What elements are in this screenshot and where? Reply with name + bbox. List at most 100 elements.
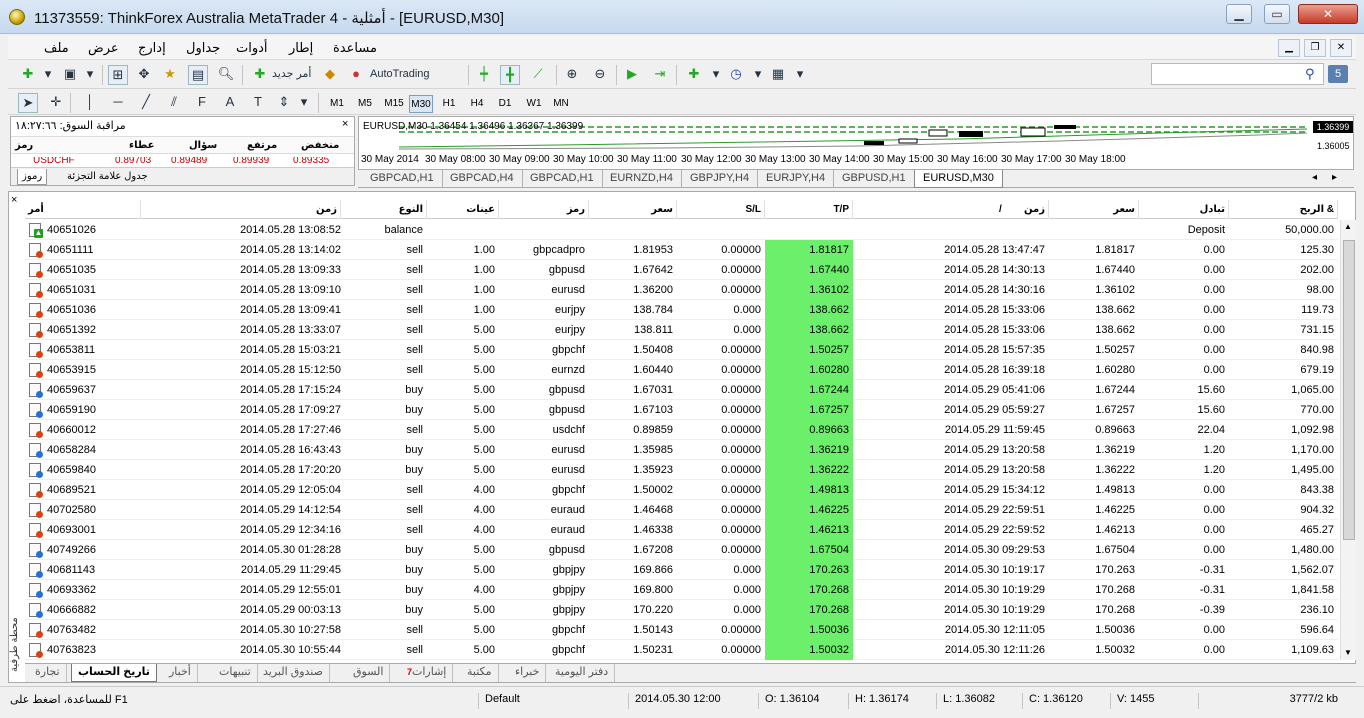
auto-scroll-icon[interactable]: ▶	[622, 65, 642, 85]
table-row[interactable]: 40651036 2014.05.28 13:09:41 sell 1.00 eurjp…	[25, 300, 1338, 320]
dropdown-arrow-icon[interactable]: ▾	[748, 65, 768, 85]
maximize-button[interactable]: ▭	[1264, 4, 1290, 24]
table-row[interactable]: 40702580 2014.05.29 14:12:54 sell 4.00 eurau…	[25, 500, 1338, 520]
column-tp[interactable]: T/P	[765, 200, 853, 219]
scroll-up-icon[interactable]: ▲	[1344, 222, 1352, 231]
menu-view[interactable]: عرض	[88, 40, 119, 56]
chart-tab[interactable]: GBPCAD,H1	[362, 170, 443, 188]
text-label-icon[interactable]: T	[248, 93, 268, 113]
menu-help[interactable]: مساعدة	[333, 40, 377, 56]
column-symbol[interactable]: رمز	[499, 200, 589, 219]
timeframe-m1[interactable]: M1	[326, 95, 348, 113]
table-row[interactable]: 40660012 2014.05.28 17:27:46 sell 5.00 usdch…	[25, 420, 1338, 440]
table-row[interactable]: 40763823 2014.05.30 10:55:44 sell 5.00 gbpch…	[25, 640, 1338, 660]
text-icon[interactable]: A	[220, 93, 240, 113]
chart-tab[interactable]: EURNZD,H4	[602, 170, 682, 188]
chart-shift-icon[interactable]: ⇥	[650, 65, 670, 85]
terminal-tab[interactable]: تاريخ الحساب	[71, 664, 157, 682]
dropdown-arrow-icon[interactable]: ▾	[790, 65, 810, 85]
crosshair-icon[interactable]: ✛	[46, 93, 66, 113]
price-chart[interactable]: EURUSD,M30 1.36454 1.36496 1.36367 1.363…	[358, 116, 1354, 170]
terminal-tab[interactable]: أخبار	[163, 664, 198, 682]
strategy-tester-icon[interactable]: 🔍︎	[216, 65, 236, 85]
column-swap[interactable]: تبادل	[1139, 200, 1229, 219]
timeframe-m15[interactable]: M15	[381, 95, 407, 113]
column-type[interactable]: النوع	[341, 200, 427, 219]
column-open-time[interactable]: زمن	[141, 200, 341, 219]
timeframe-w1[interactable]: W1	[523, 95, 545, 113]
periods-icon[interactable]: ◷	[726, 65, 746, 85]
terminal-tab[interactable]: السوق	[347, 664, 391, 682]
zoom-in-icon[interactable]: ⊕	[562, 65, 582, 85]
column-lots[interactable]: عينات	[427, 200, 499, 219]
column-sl[interactable]: S/L	[677, 200, 765, 219]
templates-icon[interactable]: ▦	[768, 65, 788, 85]
table-row[interactable]: 40651026 2014.05.28 13:08:52 balance Deposi…	[25, 220, 1338, 240]
app-icon[interactable]	[9, 9, 25, 25]
data-window-icon[interactable]: ✥	[134, 65, 154, 85]
mdi-minimize-icon[interactable]: ▁	[1278, 39, 1300, 57]
table-row[interactable]: 40693001 2014.05.29 12:34:16 sell 4.00 eurau…	[25, 520, 1338, 540]
close-icon[interactable]: ×	[342, 118, 348, 130]
dropdown-arrow-icon[interactable]: ▾	[294, 93, 314, 113]
timeframe-m30[interactable]: M30	[409, 95, 433, 113]
table-row[interactable]: 40653915 2014.05.28 15:12:50 sell 5.00 eurnz…	[25, 360, 1338, 380]
table-row[interactable]: 40651111 2014.05.28 13:14:02 sell 1.00 gbpca…	[25, 240, 1338, 260]
table-row[interactable]: 40659637 2014.05.28 17:15:24 buy 5.00 gbpusd…	[25, 380, 1338, 400]
column-profit[interactable]: الربح &	[1229, 200, 1338, 219]
terminal-tab[interactable]: صندوق البريد	[257, 664, 330, 682]
chart-tab-active[interactable]: EURUSD,M30	[914, 170, 1003, 188]
terminal-tab[interactable]: تنبيهات	[213, 664, 258, 682]
new-order-button[interactable]: أمر جديد	[272, 65, 311, 85]
terminal-tab[interactable]: تجارة	[29, 664, 67, 682]
table-row[interactable]: 40693362 2014.05.29 12:55:01 buy 4.00 gbpjpy…	[25, 580, 1338, 600]
scroll-right-icon[interactable]: ▸	[1332, 172, 1337, 183]
tab-tick-chart[interactable]: جدول علامة التجزئة	[63, 169, 152, 185]
table-row[interactable]: 40763482 2014.05.30 10:27:58 sell 5.00 gbpch…	[25, 620, 1338, 640]
cursor-icon[interactable]: ➤	[18, 93, 38, 113]
metaeditor-icon[interactable]: ◆	[320, 65, 340, 85]
indicators-icon[interactable]: ✚	[684, 65, 704, 85]
vertical-scrollbar[interactable]: ▲ ▼	[1340, 220, 1356, 660]
autotrading-icon[interactable]: ●	[346, 65, 366, 85]
timeframe-h4[interactable]: H4	[467, 95, 487, 113]
scrollbar-thumb[interactable]	[1343, 240, 1355, 540]
chart-tab[interactable]: GBPCAD,H1	[522, 170, 603, 188]
terminal-tab[interactable]: دفتر اليومية	[549, 664, 616, 682]
trendline-icon[interactable]: ╱	[136, 93, 156, 113]
table-row[interactable]: 40681143 2014.05.29 11:29:45 buy 5.00 gbpjpy…	[25, 560, 1338, 580]
arrows-icon[interactable]: ⇕	[274, 93, 294, 113]
column-open-price[interactable]: سعر	[589, 200, 677, 219]
table-row[interactable]: 40651392 2014.05.28 13:33:07 sell 5.00 eurjp…	[25, 320, 1338, 340]
column-symbol[interactable]: رمز	[15, 140, 33, 151]
vertical-line-icon[interactable]: │	[80, 93, 100, 113]
table-row[interactable]: 40666882 2014.05.29 00:03:13 buy 5.00 gbpjpy…	[25, 600, 1338, 620]
column-ask[interactable]: سؤال	[189, 140, 217, 151]
column-bid[interactable]: عطاء	[129, 140, 154, 151]
terminal-tab[interactable]: خبراء	[509, 664, 547, 682]
close-icon[interactable]: ×	[11, 194, 17, 206]
dropdown-arrow-icon[interactable]: ▾	[38, 65, 58, 85]
table-row[interactable]: 40659840 2014.05.28 17:20:20 buy 5.00 eurusd…	[25, 460, 1338, 480]
scroll-left-icon[interactable]: ◂	[1312, 172, 1317, 183]
community-badge[interactable]: 5	[1328, 65, 1348, 83]
fibonacci-icon[interactable]: F	[192, 93, 212, 113]
column-order[interactable]: أمر	[25, 200, 141, 219]
terminal-tab[interactable]: 7إشارات	[401, 664, 454, 682]
line-chart-icon[interactable]: ⟋	[528, 65, 548, 85]
minimize-button[interactable]: ▁	[1226, 4, 1252, 24]
bar-chart-icon[interactable]: ┿	[474, 65, 494, 85]
horizontal-line-icon[interactable]: ─	[108, 93, 128, 113]
terminal-tab[interactable]: مكتبة	[461, 664, 499, 682]
chart-tab[interactable]: GBPCAD,H4	[442, 170, 523, 188]
table-row[interactable]: 40689521 2014.05.29 12:05:04 sell 4.00 gbpch…	[25, 480, 1338, 500]
column-close-time[interactable]: / زمن	[853, 200, 1049, 219]
table-row[interactable]: 40749266 2014.05.30 01:28:28 buy 5.00 gbpusd…	[25, 540, 1338, 560]
column-low[interactable]: منخفض	[301, 140, 339, 151]
menu-insert[interactable]: إدارج	[138, 40, 166, 56]
new-order-icon[interactable]: ✚	[250, 65, 270, 85]
table-row[interactable]: 40658284 2014.05.28 16:43:43 buy 5.00 eurusd…	[25, 440, 1338, 460]
timeframe-h1[interactable]: H1	[439, 95, 459, 113]
table-row[interactable]: 40653811 2014.05.28 15:03:21 sell 5.00 gbpch…	[25, 340, 1338, 360]
mdi-close-icon[interactable]: ✕	[1330, 39, 1352, 57]
